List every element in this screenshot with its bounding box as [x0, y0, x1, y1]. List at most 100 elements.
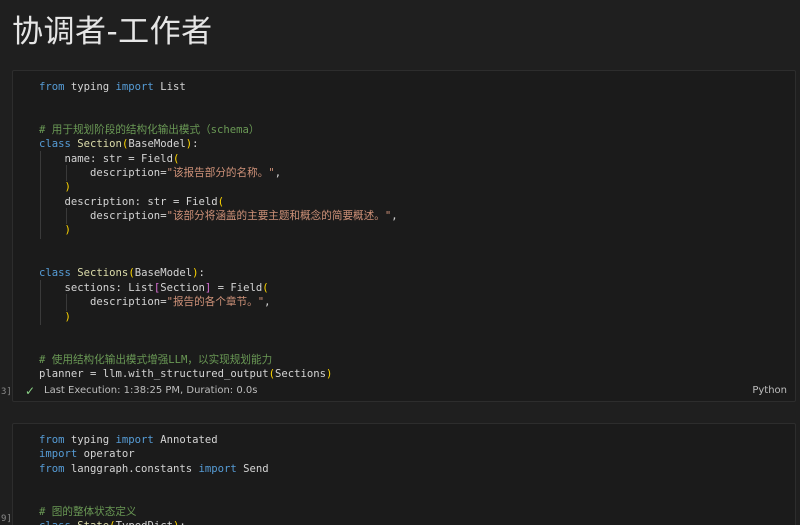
code-line: description="该部分将涵盖的主要主题和概念的简要概述。",	[39, 208, 398, 225]
indent-guide	[65, 208, 91, 225]
cell-language-label[interactable]: Python	[752, 385, 787, 396]
execution-count: 9]	[1, 514, 12, 524]
indent-guide	[39, 279, 65, 297]
code-token: # 使用结构化输出模式增强LLM，以实现规划能力	[39, 353, 273, 366]
code-line: class Sections(BaseModel):	[39, 266, 398, 280]
code-token: class	[39, 138, 71, 151]
code-token: :	[179, 520, 185, 525]
indent-guide	[65, 165, 91, 182]
code-token: State	[77, 520, 109, 525]
code-token: description=	[90, 210, 167, 223]
code-token: name: str = Field	[64, 152, 173, 165]
code-token: Annotated	[153, 434, 218, 446]
code-line: planner = llm.with_structured_output(Sec…	[39, 367, 398, 381]
code-token: = Field	[211, 281, 263, 294]
code-line: import operator	[39, 447, 269, 461]
code-token: ,	[264, 296, 271, 309]
indent-guide	[39, 294, 65, 311]
code-token: typing	[64, 434, 116, 446]
code-line: from typing import Annotated	[39, 433, 269, 447]
code-token: (	[262, 281, 269, 294]
code-token: description=	[90, 296, 167, 309]
code-token: )	[64, 310, 71, 323]
code-line: class Section(BaseModel):	[39, 137, 398, 151]
code-line: from langgraph.constants import Send	[39, 462, 269, 476]
code-token: operator	[77, 448, 135, 461]
code-line: sections: List[Section] = Field(	[39, 279, 398, 297]
code-token: "该部分将涵盖的主要主题和概念的简要概述。"	[166, 210, 392, 223]
code-token: from	[39, 434, 65, 446]
code-token: from	[39, 81, 65, 93]
code-token: )	[326, 367, 333, 380]
code-token: langgraph.constants	[64, 462, 199, 475]
code-token: :	[192, 138, 199, 151]
code-line: )	[39, 179, 398, 197]
code-token: # 用于规划阶段的结构化输出模式（schema）	[39, 124, 260, 137]
code-token: description=	[90, 167, 167, 180]
code-line: class State(TypedDict):	[39, 519, 269, 525]
indent-guide	[39, 179, 65, 197]
code-token: sections: List	[64, 281, 154, 294]
indent-guide	[39, 208, 65, 225]
indent-guide	[39, 193, 65, 211]
code-token: Section	[160, 281, 205, 294]
indent-guide	[65, 294, 91, 311]
code-token: from	[39, 462, 65, 475]
code-token: Sections	[275, 367, 327, 380]
code-token: (	[172, 152, 180, 165]
code-line: description="报告的各个章节。",	[39, 294, 398, 311]
code-token: import	[115, 434, 154, 446]
code-token: description: str = Field	[64, 195, 218, 208]
code-token: ,	[391, 210, 398, 223]
indent-guide	[39, 165, 65, 182]
code-token: class	[39, 267, 71, 280]
code-token: TypedDict	[116, 520, 173, 525]
code-token: (	[217, 195, 224, 208]
code-token: ,	[274, 167, 282, 180]
code-token: import	[198, 462, 237, 475]
code-token: )	[64, 181, 71, 194]
page-title: 协调者-工作者	[12, 14, 213, 50]
execution-count: 3]	[1, 387, 12, 397]
code-line: description: str = Field(	[39, 193, 398, 211]
code-line: description="该报告部分的名称。",	[39, 165, 398, 182]
code-line: # 用于规划阶段的结构化输出模式（schema）	[39, 123, 398, 137]
indent-guide	[39, 308, 65, 326]
code-cell-structured-output[interactable]: 3] from typing import List # 用于规划阶段的结构化输…	[1, 70, 796, 402]
code-token: import	[39, 448, 78, 461]
code-cell-state[interactable]: 9] from typing import Annotated import op…	[1, 423, 796, 525]
success-check-icon: ✓	[25, 384, 36, 398]
code-token: planner = llm.with_structured_output	[39, 367, 269, 380]
cell-status-bar: ✓ Last Execution: 1:38:25 PM, Duration: …	[13, 381, 795, 401]
code-line: # 使用结构化输出模式增强LLM，以实现规划能力	[39, 353, 398, 367]
code-editor[interactable]: from typing import List # 用于规划阶段的结构化输出模式…	[39, 80, 398, 381]
code-token: List	[153, 81, 186, 93]
code-line: # 图的整体状态定义	[39, 505, 269, 519]
code-line: from typing import List	[39, 80, 398, 94]
code-token: )	[64, 224, 71, 237]
indent-guide	[39, 150, 65, 168]
code-editor[interactable]: from typing import Annotated import opera…	[39, 433, 269, 525]
code-token: BaseModel	[128, 138, 186, 151]
code-token: "报告的各个章节。"	[166, 296, 265, 309]
code-token: "该报告部分的名称。"	[166, 167, 275, 180]
code-token: import	[115, 81, 154, 93]
code-token: :	[198, 267, 205, 280]
code-token: typing	[64, 81, 116, 93]
code-token: Send	[236, 462, 269, 475]
code-token: Section	[77, 138, 122, 151]
code-token: Sections	[77, 267, 129, 280]
execution-info: Last Execution: 1:38:25 PM, Duration: 0.…	[44, 385, 258, 396]
indent-guide	[39, 222, 65, 240]
code-line: )	[39, 308, 398, 326]
code-token: # 图的整体状态定义	[39, 505, 137, 518]
code-line: )	[39, 222, 398, 240]
